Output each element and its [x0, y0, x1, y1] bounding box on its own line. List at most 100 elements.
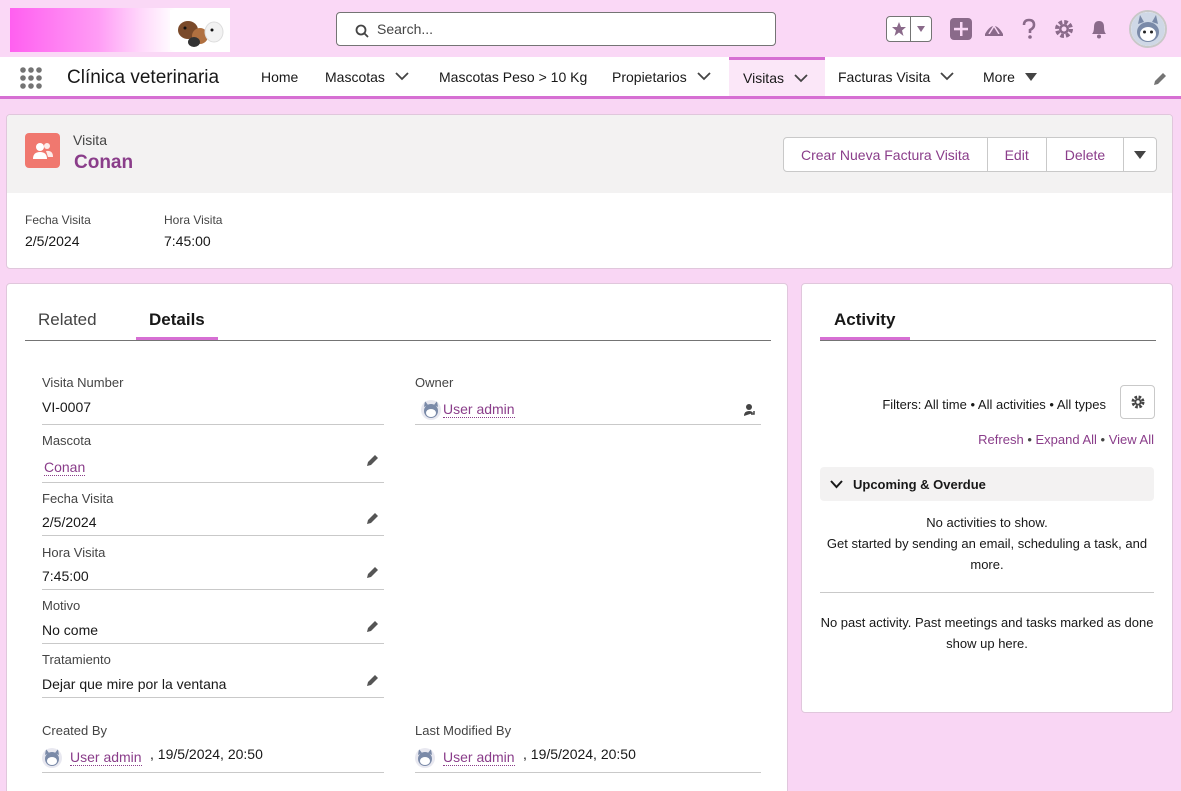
pencil-icon[interactable] [366, 619, 380, 633]
org-logo[interactable] [10, 8, 230, 52]
nav-item-label: Facturas Visita [838, 68, 931, 85]
field-label: Mascota [42, 433, 92, 448]
edit-nav-icon[interactable] [1152, 71, 1168, 87]
refresh-link[interactable]: Refresh [978, 432, 1024, 447]
more-actions-button[interactable] [1124, 138, 1156, 171]
bell-icon[interactable] [1087, 17, 1111, 41]
view-all-link[interactable]: View All [1109, 432, 1154, 447]
upcoming-overdue-section[interactable]: Upcoming & Overdue [820, 467, 1154, 501]
app-launcher-icon[interactable] [19, 66, 43, 90]
nav-item-mascotas[interactable]: Mascotas [325, 57, 409, 96]
highlight-value: 2/5/2024 [25, 233, 80, 249]
mascota-link[interactable]: Conan [44, 459, 86, 476]
trailhead-icon[interactable] [982, 17, 1006, 41]
created-date: , 19/5/2024, 20:50 [150, 746, 263, 762]
field-label: Owner [415, 375, 454, 390]
created-by-link[interactable]: User admin [70, 749, 142, 766]
field-value: Dejar que mire por la ventana [42, 676, 227, 692]
field-value: 7:45:00 [42, 568, 89, 584]
record-title: Conan [74, 152, 134, 173]
field-label: Motivo [42, 598, 81, 613]
active-tab-indicator [136, 337, 218, 340]
add-icon[interactable] [949, 17, 973, 41]
global-search[interactable] [336, 12, 776, 46]
tab-activity[interactable]: Activity [834, 310, 895, 330]
object-type-label: Visita [73, 132, 107, 148]
nav-item-propietarios[interactable]: Propietarios [612, 57, 711, 96]
tab-details[interactable]: Details [149, 310, 205, 330]
pencil-icon[interactable] [366, 673, 380, 687]
gear-icon [1131, 395, 1144, 409]
field-label: Hora Visita [42, 545, 106, 560]
chevron-down-icon[interactable] [940, 72, 954, 81]
highlight-label: Fecha Visita [25, 213, 91, 227]
pencil-icon[interactable] [366, 453, 380, 467]
nav-item-label: More [983, 68, 1015, 85]
field-label: Fecha Visita [42, 491, 114, 506]
pencil-icon[interactable] [366, 511, 380, 525]
user-avatar[interactable] [1129, 10, 1167, 48]
record-actions: Crear Nueva Factura Visita Edit Delete [783, 137, 1158, 172]
crear-factura-button[interactable]: Crear Nueva Factura Visita [784, 138, 988, 171]
user-avatar-small [415, 748, 435, 768]
caret-down-icon[interactable] [1024, 72, 1037, 81]
field-hora-visita: Hora Visita 7:45:00 [42, 545, 384, 590]
expand-all-link[interactable]: Expand All [1035, 432, 1096, 447]
field-label: Last Modified By [415, 723, 512, 738]
user-avatar-small [421, 400, 441, 420]
nav-item-more[interactable]: More [983, 57, 1037, 96]
field-fecha-visita: Fecha Visita 2/5/2024 [42, 491, 384, 536]
nav-item-label: Visitas [743, 70, 784, 86]
favorites-menu-icon[interactable] [911, 17, 931, 41]
gear-icon[interactable] [1052, 17, 1076, 41]
chevron-down-icon[interactable] [697, 72, 711, 81]
record-header: Visita Conan Crear Nueva Factura Visita … [6, 114, 1173, 269]
pets-logo-image [170, 10, 228, 50]
chevron-down-icon[interactable] [395, 72, 409, 81]
search-input[interactable] [377, 19, 757, 39]
tab-related[interactable]: Related [38, 310, 97, 330]
nav-item-home[interactable]: Home [261, 57, 298, 96]
pencil-icon[interactable] [366, 565, 380, 579]
help-icon[interactable] [1017, 17, 1041, 41]
user-avatar-small [42, 748, 62, 768]
global-header [0, 0, 1181, 57]
nav-item-label: Propietarios [612, 68, 687, 85]
nav-item-label: Mascotas [325, 68, 385, 85]
nav-item-mascotas-peso[interactable]: Mascotas Peso > 10 Kg [439, 57, 587, 96]
activity-card: Activity Filters: All time • All activit… [801, 283, 1173, 713]
no-activities-text: No activities to show. [926, 515, 1048, 530]
field-value: VI-0007 [42, 399, 92, 415]
caret-down-icon [1134, 150, 1147, 159]
last-modified-by-link[interactable]: User admin [443, 749, 515, 766]
field-label: Tratamiento [42, 652, 111, 667]
field-last-modified-by: Last Modified By User admin , 19/5/2024,… [415, 723, 761, 773]
nav-item-visitas[interactable]: Visitas [729, 57, 825, 96]
owner-link[interactable]: User admin [443, 401, 515, 418]
field-owner: Owner User admin [415, 375, 761, 425]
details-card: Related Details Visita Number VI-0007 Ow… [6, 283, 788, 791]
favorites-button[interactable] [886, 16, 932, 42]
field-value: No come [42, 622, 99, 638]
activity-settings-button[interactable] [1120, 385, 1155, 419]
chevron-down-icon [830, 479, 843, 488]
chevron-down-icon[interactable] [794, 73, 808, 83]
field-value: 2/5/2024 [42, 514, 97, 530]
delete-button[interactable]: Delete [1047, 138, 1125, 171]
nav-item-label: Mascotas Peso > 10 Kg [439, 68, 588, 85]
get-started-text: Get started by sending an email, schedul… [826, 536, 1148, 572]
no-past-activity-text: No past activity. Past meetings and task… [820, 615, 1154, 651]
link-separator: • [1096, 432, 1109, 447]
nav-item-facturas-visita[interactable]: Facturas Visita [838, 57, 954, 96]
last-modified-date: , 19/5/2024, 20:50 [523, 746, 636, 762]
activity-divider [820, 592, 1154, 593]
app-nav-bar: Clínica veterinaria Home Mascotas Mascot… [0, 57, 1181, 99]
activity-tab-divider [820, 340, 1156, 341]
edit-button[interactable]: Edit [988, 138, 1047, 171]
change-owner-icon[interactable] [741, 402, 757, 418]
field-motivo: Motivo No come [42, 598, 384, 644]
star-icon[interactable] [887, 17, 912, 41]
record-tabs: Related Details [25, 284, 771, 341]
field-label: Visita Number [42, 375, 124, 390]
field-tratamiento: Tratamiento Dejar que mire por la ventan… [42, 652, 384, 698]
